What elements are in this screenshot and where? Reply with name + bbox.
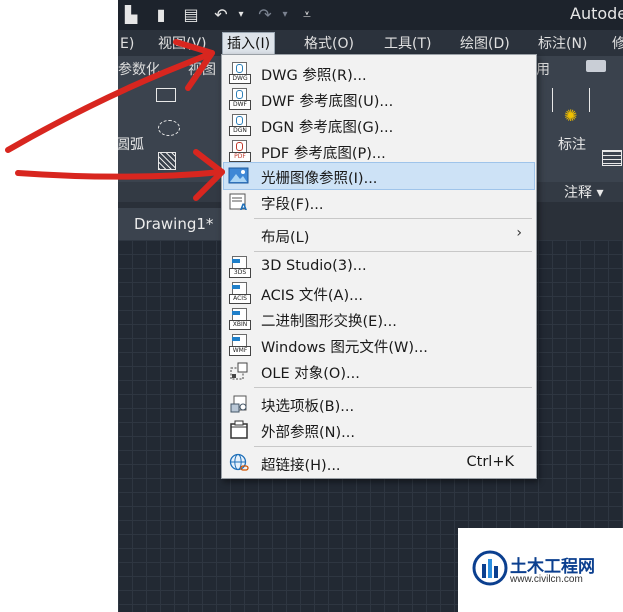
open-file-icon[interactable]: ▮ (150, 4, 172, 26)
menu-tools[interactable]: 工具(T) (380, 33, 435, 55)
table-icon[interactable] (602, 150, 622, 166)
menu-item-external-reference[interactable]: 外部参照(N)... (224, 417, 534, 443)
raster-image-icon (228, 165, 250, 187)
menu-bar: E) 视图(V) 插入(I) 格式(O) 工具(T) 绘图(D) 标注(N) 修 (118, 30, 623, 56)
menu-item-pdf-underlay[interactable]: PDF PDF 参考底图(P)... (224, 138, 534, 164)
tab-view[interactable]: 视图 (188, 59, 216, 79)
hatch-icon[interactable] (158, 152, 176, 170)
dwf-icon: DWF (228, 88, 251, 110)
chevron-right-icon: › (516, 225, 522, 241)
hyperlink-icon (228, 452, 250, 474)
block-palette-icon (228, 393, 250, 415)
rectangle-icon[interactable] (156, 88, 176, 102)
annotate-label[interactable]: 标注 (558, 134, 586, 154)
sun-dimension-icon[interactable]: ✺ (564, 106, 577, 125)
menu-item-3d-studio[interactable]: 3DS 3D Studio(3)... (224, 254, 534, 280)
tab-drawing1[interactable]: Drawing1* (118, 208, 230, 240)
menu-separator (254, 218, 532, 219)
menu-item-windows-metafile[interactable]: WMF Windows 图元文件(W)... (224, 332, 534, 358)
acis-icon: ACIS (228, 282, 251, 304)
tab-manage[interactable]: 用 (536, 59, 550, 79)
menu-item-hyperlink[interactable]: 超链接(H)... Ctrl+K (224, 450, 534, 476)
app-title: Autode (570, 4, 623, 23)
ole-icon (228, 360, 250, 382)
menu-item-binary-drawing-exchange[interactable]: XBIN 二进制图形交换(E)... (224, 306, 534, 332)
menu-item-dwf-underlay[interactable]: DWF DWF 参考底图(U)... (224, 86, 534, 112)
menu-separator (254, 251, 532, 252)
menu-separator (254, 387, 532, 388)
menu-item-acis-file[interactable]: ACIS ACIS 文件(A)... (224, 280, 534, 306)
wmf-icon: WMF (228, 334, 251, 356)
menu-item-layout[interactable]: 布局(L) › (224, 222, 534, 248)
quick-access-toolbar: ▙ ▮ ▤ ↶ ▾ ↷ ▾ ⩡ Autode (118, 0, 623, 30)
redo-icon[interactable]: ↷ (254, 4, 276, 26)
ellipse-icon[interactable] (158, 120, 180, 136)
customize-qat-icon[interactable]: ⩡ (296, 4, 318, 26)
undo-icon[interactable]: ↶ (210, 4, 232, 26)
insert-menu-dropdown: DWG DWG 参照(R)... DWF DWF 参考底图(U)... DGN … (221, 54, 537, 479)
menu-view[interactable]: 视图(V) (154, 33, 211, 55)
annotation-panel-title[interactable]: 注释 ▾ (564, 182, 603, 202)
menu-modify[interactable]: 修 (608, 33, 623, 55)
menu-dimension[interactable]: 标注(N) (534, 33, 591, 55)
3ds-icon: 3DS (228, 256, 251, 278)
shortcut-label: Ctrl+K (466, 454, 514, 470)
dxb-icon: XBIN (228, 308, 251, 330)
arc-label[interactable]: 圆弧 (118, 134, 144, 154)
dgn-icon: DGN (228, 114, 251, 136)
xref-icon (228, 419, 250, 441)
menu-item-raster-image-reference[interactable]: 光栅图像参照(I)... (223, 162, 535, 190)
menu-item-field[interactable]: A 字段(F)... (224, 189, 534, 215)
print-icon[interactable]: ▤ (180, 4, 202, 26)
tab-parametric[interactable]: 参数化 (118, 59, 160, 79)
pdf-icon: PDF (228, 140, 251, 162)
new-file-icon[interactable]: ▙ (120, 4, 142, 26)
menu-item-ole-object[interactable]: OLE 对象(O)... (224, 358, 534, 384)
dropdown-chevron-icon[interactable]: ▾ (230, 4, 252, 26)
menu-item-dgn-underlay[interactable]: DGN DGN 参考底图(G)... (224, 112, 534, 138)
field-icon: A (228, 191, 250, 213)
watermark-site-url: www.civilcn.com (510, 574, 583, 585)
civilcn-logo-icon (472, 550, 508, 586)
dropdown-chevron-icon[interactable]: ▾ (274, 4, 296, 26)
menu-format[interactable]: 格式(O) (300, 33, 358, 55)
ribbon-toggle-icon[interactable] (586, 60, 606, 72)
svg-text:A: A (240, 203, 247, 213)
menu-separator (254, 446, 532, 447)
menu-draw[interactable]: 绘图(D) (456, 33, 514, 55)
dwg-icon: DWG (228, 62, 251, 84)
menu-item-block-palette[interactable]: 块选项板(B)... (224, 391, 534, 417)
menu-insert[interactable]: 插入(I) (222, 32, 276, 55)
watermark-logo: 土木工程网 www.civilcn.com (458, 528, 623, 612)
menu-item-dwg-reference[interactable]: DWG DWG 参照(R)... (224, 60, 534, 86)
menu-edit[interactable]: E) (118, 33, 138, 55)
